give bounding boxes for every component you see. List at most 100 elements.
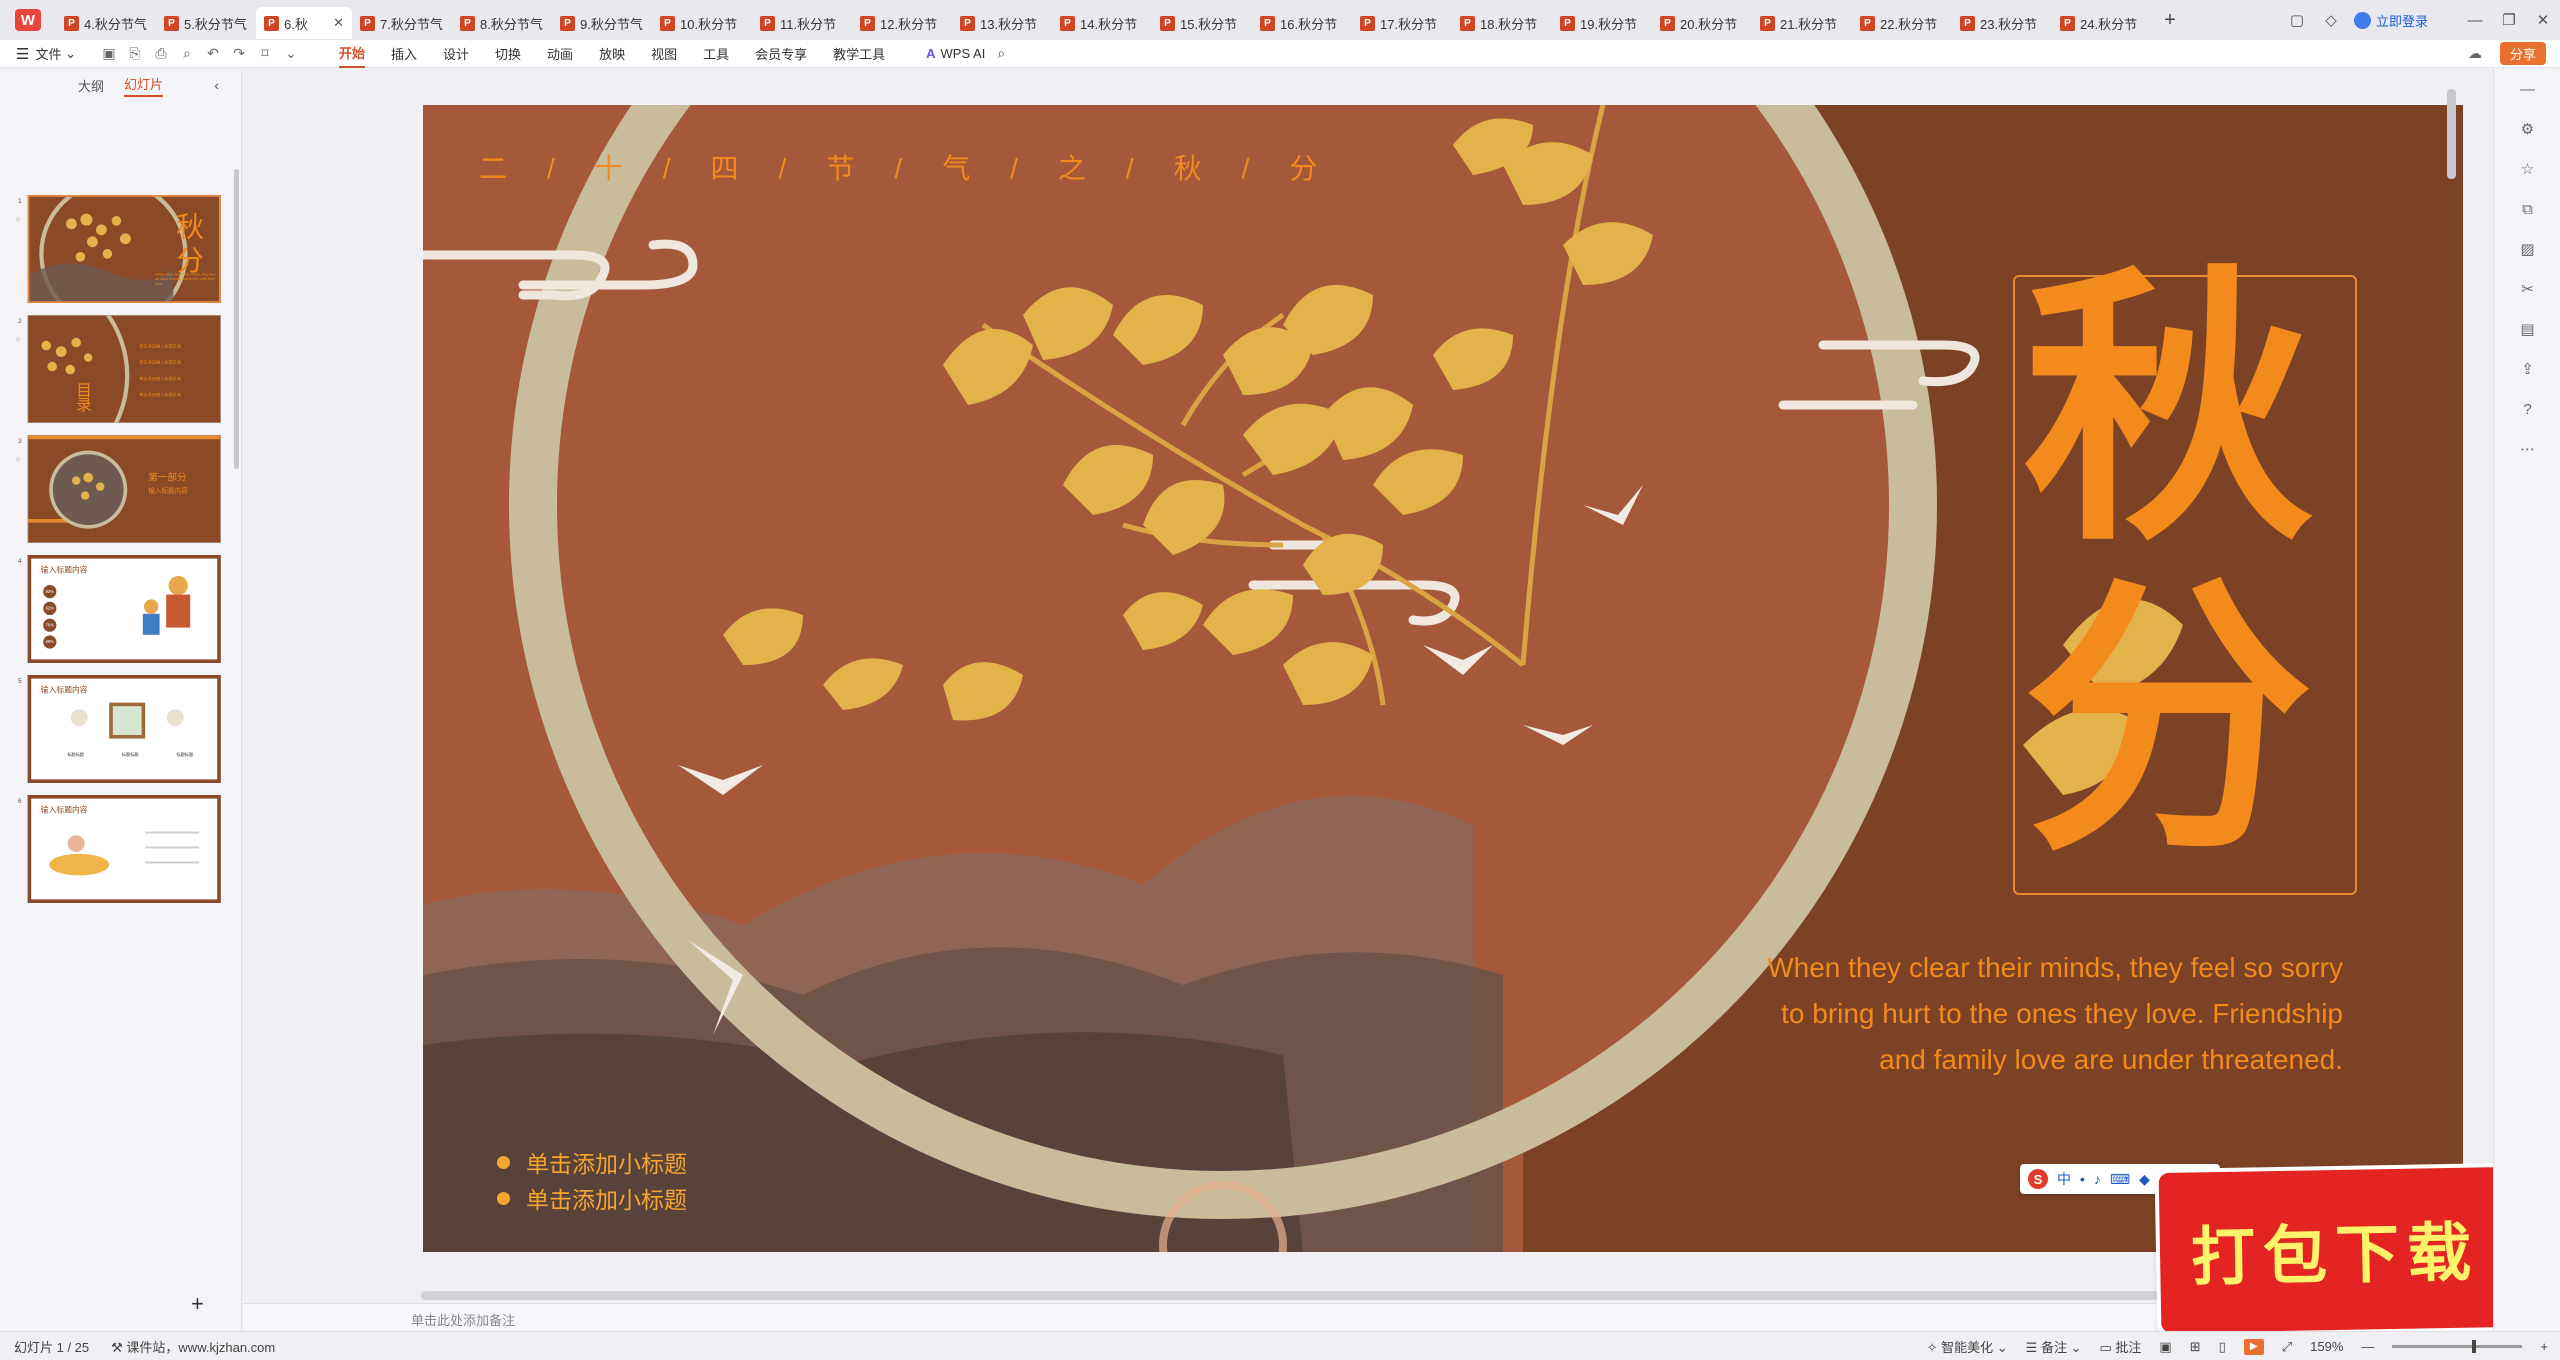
close-icon[interactable]: ✕ xyxy=(2526,4,2560,36)
document-tab[interactable]: P 12.秋分节 xyxy=(852,7,952,39)
download-badge[interactable]: 打包下载 xyxy=(2158,1166,2512,1334)
document-tab[interactable]: P 5.秋分节气 xyxy=(156,7,256,39)
star-icon[interactable]: ☆ xyxy=(15,455,21,463)
document-tab[interactable]: P 10.秋分节 xyxy=(652,7,752,39)
thumbnail-slide-3[interactable]: 第一部分 输入标题内容 xyxy=(27,435,221,543)
thumbnail-slide-4[interactable]: 输入标题内容 93% 62% 70% 68% xyxy=(27,555,221,663)
document-tab[interactable]: P 11.秋分节 xyxy=(752,7,852,39)
minimize-pane-icon[interactable]: — xyxy=(2494,69,2560,109)
vertical-scrollbar[interactable] xyxy=(2447,89,2456,179)
menu-tab[interactable]: 工具 xyxy=(703,40,729,68)
slide-title-char-2[interactable]: 分 xyxy=(2023,575,2313,865)
notes-toggle[interactable]: ☰ 备注 ⌄ xyxy=(2026,1337,2082,1356)
normal-view-icon[interactable]: ▣ xyxy=(2159,1339,2171,1355)
horizontal-scrollbar[interactable] xyxy=(421,1291,2301,1300)
punctuation-icon[interactable]: • xyxy=(2080,1171,2085,1187)
more-quick-icon[interactable]: ⌄ xyxy=(278,45,304,62)
thumbnail-slide-2[interactable]: 单击添加输入标题文本 单击添加输入标题文本 单击添加输入标题文本 单击添加输入标… xyxy=(27,315,221,423)
layout-icon[interactable]: ▢ xyxy=(2280,4,2314,36)
document-tab[interactable]: P 13.秋分节 xyxy=(952,7,1052,39)
menu-tab[interactable]: 动画 xyxy=(547,40,573,68)
zoom-slider-knob[interactable] xyxy=(2472,1340,2477,1353)
print-icon[interactable]: ⎙ xyxy=(148,45,174,62)
document-tab[interactable]: P 4.秋分节气 xyxy=(56,7,156,39)
add-slide-button[interactable]: + xyxy=(191,1291,204,1317)
more-icon[interactable]: ⋯ xyxy=(2494,429,2560,469)
comments-toggle[interactable]: ▭ 批注 xyxy=(2099,1337,2141,1356)
document-tab[interactable]: P 18.秋分节 xyxy=(1452,7,1552,39)
skin-icon[interactable]: ◆ xyxy=(2139,1171,2150,1188)
login-button[interactable]: 立即登录 xyxy=(2353,11,2428,30)
menu-tab[interactable]: 视图 xyxy=(651,40,677,68)
document-tab[interactable]: P 14.秋分节 xyxy=(1052,7,1152,39)
microphone-icon[interactable]: ♪ xyxy=(2094,1171,2101,1187)
slide-top-title[interactable]: 二/十/四/节/气/之/秋/分 xyxy=(479,147,1357,187)
document-tab[interactable]: P 9.秋分节气 xyxy=(552,7,652,39)
beautify-button[interactable]: ✧ 智能美化 ⌄ xyxy=(1927,1337,2008,1356)
slideshow-play-button[interactable]: ▶ xyxy=(2243,1338,2264,1355)
image-icon[interactable]: ▨ xyxy=(2494,229,2560,269)
ime-language[interactable]: 中 xyxy=(2057,1169,2071,1189)
document-tab[interactable]: P 17.秋分节 xyxy=(1352,7,1452,39)
document-tab[interactable]: P 22.秋分节 xyxy=(1852,7,1952,39)
keyboard-icon[interactable]: ⌨ xyxy=(2110,1171,2130,1188)
thumbnail-slide-5[interactable]: 输入标题内容 标题标题 标题标题 标题标题 xyxy=(27,675,221,783)
menu-tab[interactable]: 插入 xyxy=(391,40,417,68)
wps-logo[interactable]: W xyxy=(0,0,56,40)
menu-tab[interactable]: 设计 xyxy=(443,40,469,68)
zoom-in-button[interactable]: + xyxy=(2540,1339,2548,1354)
slide-subtitle-2[interactable]: 单击添加小标题 xyxy=(497,1181,687,1215)
tab-close-icon[interactable]: ✕ xyxy=(333,15,344,31)
thumbnail-slide-1[interactable]: 秋 分 When they clear their minds, they fe… xyxy=(27,195,221,303)
undo-icon[interactable]: ↶ xyxy=(200,45,226,62)
share-icon[interactable]: ⇪ xyxy=(2494,349,2560,389)
menu-tab[interactable]: 教学工具 xyxy=(833,40,885,68)
copy-icon[interactable]: ⧉ xyxy=(2494,189,2560,229)
document-tab[interactable]: P 23.秋分节 xyxy=(1952,7,2052,39)
current-slide[interactable]: 二/十/四/节/气/之/秋/分 秋 分 When they clear thei… xyxy=(423,105,2463,1252)
document-tab[interactable]: P 8.秋分节气 xyxy=(452,7,552,39)
help-icon[interactable]: ? xyxy=(2494,389,2560,429)
document-tab[interactable]: P 21.秋分节 xyxy=(1752,7,1852,39)
minimize-icon[interactable]: — xyxy=(2458,4,2492,36)
preview-icon[interactable]: ⌕ xyxy=(174,45,200,62)
star-icon[interactable]: ☆ xyxy=(15,215,21,223)
slide-title-char-1[interactable]: 秋 xyxy=(2023,265,2313,555)
document-tab[interactable]: P 24.秋分节 xyxy=(2052,7,2152,39)
book-icon[interactable]: ▤ xyxy=(2494,309,2560,349)
document-tab[interactable]: P 15.秋分节 xyxy=(1152,7,1252,39)
zoom-slider[interactable] xyxy=(2392,1340,2523,1353)
thumbnail-scrollbar[interactable] xyxy=(234,169,239,469)
redo-icon[interactable]: ↷ xyxy=(226,45,252,62)
fit-icon[interactable]: ⤢ xyxy=(2282,1339,2292,1355)
new-tab-button[interactable]: + xyxy=(2152,4,2188,36)
grid-view-icon[interactable]: ⊞ xyxy=(2190,1339,2201,1355)
zoom-level[interactable]: 159% xyxy=(2310,1339,2343,1354)
tools-icon[interactable]: ✂ xyxy=(2494,269,2560,309)
tab-slides[interactable]: 幻灯片 xyxy=(124,74,164,97)
slide-subtitle-1[interactable]: 单击添加小标题 xyxy=(497,1145,687,1179)
format-painter-icon[interactable]: ⌑ xyxy=(252,45,278,62)
document-tab[interactable]: P 20.秋分节 xyxy=(1652,7,1752,39)
file-menu[interactable]: ☰ 文件 ⌄ xyxy=(16,44,76,63)
share-button[interactable]: 分享 xyxy=(2499,42,2546,65)
thumbnail-slide-6[interactable]: 输入标题内容 xyxy=(27,795,221,904)
reading-view-icon[interactable]: ▯ xyxy=(2219,1339,2226,1355)
wps-ai-button[interactable]: A WPS AI xyxy=(926,46,985,61)
cloud-sync-icon[interactable]: ☁ xyxy=(2468,45,2482,62)
document-tab[interactable]: P 19.秋分节 xyxy=(1552,7,1652,39)
star-icon[interactable]: ☆ xyxy=(2494,149,2560,189)
document-tab[interactable]: P 6.秋 ✕ xyxy=(256,7,352,39)
menu-tab[interactable]: 会员专享 xyxy=(755,40,807,68)
search-icon[interactable]: ⌕ xyxy=(997,45,1005,62)
menu-tab[interactable]: 放映 xyxy=(599,40,625,68)
collapse-panel-icon[interactable]: ‹ xyxy=(214,77,219,93)
slide-english-text[interactable]: When they clear their minds, they feel s… xyxy=(1743,945,2343,1083)
document-tab[interactable]: P 16.秋分节 xyxy=(1252,7,1352,39)
settings-sliders-icon[interactable]: ⚙ xyxy=(2494,109,2560,149)
export-icon[interactable]: ⎘ xyxy=(122,45,148,62)
save-icon[interactable]: ▣ xyxy=(96,45,122,62)
cube-icon[interactable]: ◇ xyxy=(2314,4,2348,36)
restore-icon[interactable]: ❐ xyxy=(2492,4,2526,36)
star-icon[interactable]: ☆ xyxy=(15,335,21,343)
